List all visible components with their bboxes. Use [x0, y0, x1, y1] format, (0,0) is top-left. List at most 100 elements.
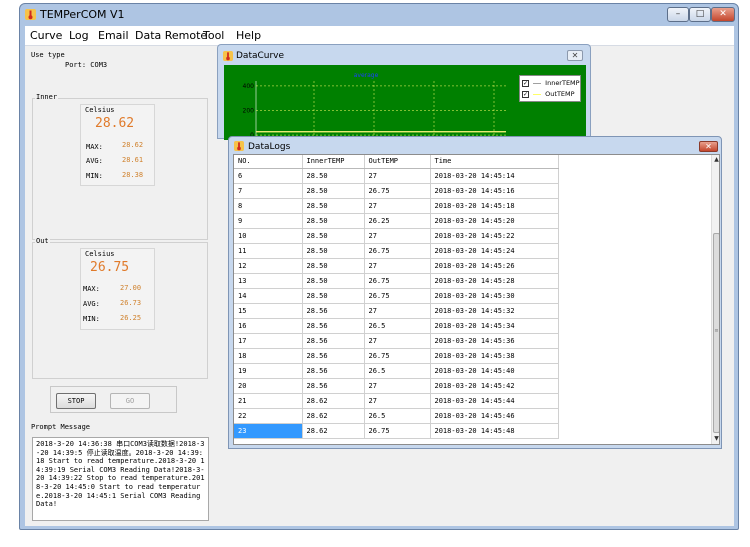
legend-out[interactable]: ✓ OutTEMP: [522, 90, 575, 98]
menu-email[interactable]: Email: [98, 29, 129, 42]
cell-no[interactable]: 17: [234, 333, 303, 349]
cell-no[interactable]: 9: [234, 213, 303, 229]
table-row[interactable]: 11 28.50 26.75 2018-03-20 14:45:24: [234, 243, 559, 259]
prompt-message-box[interactable]: 2018-3-20 14:36:38 串口COM3读取数据!2018-3-20 …: [32, 437, 209, 521]
cell-time[interactable]: 2018-03-20 14:45:34: [430, 318, 559, 334]
legend-out-checkbox[interactable]: ✓: [522, 90, 529, 98]
cell-no[interactable]: 16: [234, 318, 303, 334]
menu-help[interactable]: Help: [236, 29, 261, 42]
cell-inner[interactable]: 28.62: [302, 393, 365, 409]
col-header-time[interactable]: Time: [430, 155, 559, 169]
cell-no[interactable]: 7: [234, 183, 303, 199]
cell-inner[interactable]: 28.62: [302, 423, 365, 439]
cell-out[interactable]: 27: [364, 228, 431, 244]
cell-out[interactable]: 27: [364, 333, 431, 349]
table-row[interactable]: 18 28.56 26.75 2018-03-20 14:45:38: [234, 348, 559, 364]
cell-inner[interactable]: 28.56: [302, 318, 365, 334]
menu-log[interactable]: Log: [69, 29, 89, 42]
cell-out[interactable]: 27: [364, 303, 431, 319]
table-row[interactable]: 20 28.56 27 2018-03-20 14:45:42: [234, 378, 559, 394]
cell-no[interactable]: 11: [234, 243, 303, 259]
cell-inner[interactable]: 28.50: [302, 213, 365, 229]
cell-no[interactable]: 23: [234, 423, 303, 439]
cell-time[interactable]: 2018-03-20 14:45:46: [430, 408, 559, 424]
cell-out[interactable]: 26.75: [364, 243, 431, 259]
cell-time[interactable]: 2018-03-20 14:45:36: [430, 333, 559, 349]
table-row[interactable]: 9 28.50 26.25 2018-03-20 14:45:20: [234, 213, 559, 229]
cell-time[interactable]: 2018-03-20 14:45:18: [430, 198, 559, 214]
cell-time[interactable]: 2018-03-20 14:45:38: [430, 348, 559, 364]
table-row[interactable]: 16 28.56 26.5 2018-03-20 14:45:34: [234, 318, 559, 334]
cell-no[interactable]: 13: [234, 273, 303, 289]
cell-out[interactable]: 26.75: [364, 348, 431, 364]
cell-inner[interactable]: 28.50: [302, 258, 365, 274]
cell-out[interactable]: 26.5: [364, 408, 431, 424]
cell-no[interactable]: 19: [234, 363, 303, 379]
table-row[interactable]: 14 28.50 26.75 2018-03-20 14:45:30: [234, 288, 559, 304]
cell-out[interactable]: 26.5: [364, 363, 431, 379]
table-row[interactable]: 21 28.62 27 2018-03-20 14:45:44: [234, 393, 559, 409]
maximize-button[interactable]: □: [689, 7, 711, 22]
table-row[interactable]: 10 28.50 27 2018-03-20 14:45:22: [234, 228, 559, 244]
cell-out[interactable]: 26.75: [364, 423, 431, 439]
cell-no[interactable]: 10: [234, 228, 303, 244]
legend-inner-checkbox[interactable]: ✓: [522, 79, 529, 87]
datalogs-close-button[interactable]: ✕: [699, 141, 718, 152]
table-row[interactable]: 17 28.56 27 2018-03-20 14:45:36: [234, 333, 559, 349]
cell-time[interactable]: 2018-03-20 14:45:32: [430, 303, 559, 319]
cell-inner[interactable]: 28.62: [302, 408, 365, 424]
cell-inner[interactable]: 28.50: [302, 198, 365, 214]
cell-out[interactable]: 26.75: [364, 288, 431, 304]
minimize-button[interactable]: –: [667, 7, 689, 22]
cell-inner[interactable]: 28.50: [302, 273, 365, 289]
cell-no[interactable]: 15: [234, 303, 303, 319]
cell-time[interactable]: 2018-03-20 14:45:42: [430, 378, 559, 394]
cell-out[interactable]: 27: [364, 198, 431, 214]
table-row[interactable]: 13 28.50 26.75 2018-03-20 14:45:28: [234, 273, 559, 289]
cell-inner[interactable]: 28.50: [302, 168, 365, 184]
close-button[interactable]: ✕: [711, 7, 735, 22]
cell-time[interactable]: 2018-03-20 14:45:20: [430, 213, 559, 229]
cell-out[interactable]: 26.75: [364, 183, 431, 199]
cell-inner[interactable]: 28.56: [302, 348, 365, 364]
menu-tool[interactable]: Tool: [203, 29, 224, 42]
cell-inner[interactable]: 28.56: [302, 303, 365, 319]
cell-no[interactable]: 14: [234, 288, 303, 304]
datalogs-grid[interactable]: NO. InnerTEMP OutTEMP Time 6 28.50 27 2018-…: [233, 154, 720, 445]
cell-out[interactable]: 26.5: [364, 318, 431, 334]
legend-inner[interactable]: ✓ InnerTEMP: [522, 79, 580, 87]
scroll-up-arrow-icon[interactable]: ▲: [712, 155, 719, 165]
cell-no[interactable]: 22: [234, 408, 303, 424]
scroll-down-arrow-icon[interactable]: ▼: [712, 434, 719, 444]
cell-inner[interactable]: 28.50: [302, 183, 365, 199]
datacurve-close-button[interactable]: ✕: [567, 50, 583, 61]
cell-out[interactable]: 27: [364, 258, 431, 274]
table-row[interactable]: 22 28.62 26.5 2018-03-20 14:45:46: [234, 408, 559, 424]
scroll-thumb[interactable]: ≡: [713, 233, 719, 433]
cell-no[interactable]: 20: [234, 378, 303, 394]
menu-data-remote[interactable]: Data Remote: [135, 29, 207, 42]
cell-time[interactable]: 2018-03-20 14:45:22: [430, 228, 559, 244]
cell-inner[interactable]: 28.50: [302, 243, 365, 259]
cell-inner[interactable]: 28.50: [302, 228, 365, 244]
cell-no[interactable]: 21: [234, 393, 303, 409]
cell-time[interactable]: 2018-03-20 14:45:24: [430, 243, 559, 259]
cell-no[interactable]: 6: [234, 168, 303, 184]
table-row[interactable]: 8 28.50 27 2018-03-20 14:45:18: [234, 198, 559, 214]
cell-no[interactable]: 12: [234, 258, 303, 274]
cell-time[interactable]: 2018-03-20 14:45:14: [430, 168, 559, 184]
table-row[interactable]: 23 28.62 26.75 2018-03-20 14:45:48: [234, 423, 559, 439]
stop-button[interactable]: STOP: [56, 393, 96, 409]
cell-inner[interactable]: 28.56: [302, 378, 365, 394]
table-row[interactable]: 7 28.50 26.75 2018-03-20 14:45:16: [234, 183, 559, 199]
col-header-out[interactable]: OutTEMP: [364, 155, 431, 169]
cell-out[interactable]: 27: [364, 378, 431, 394]
table-row[interactable]: 12 28.50 27 2018-03-20 14:45:26: [234, 258, 559, 274]
table-row[interactable]: 6 28.50 27 2018-03-20 14:45:14: [234, 168, 559, 184]
cell-out[interactable]: 27: [364, 393, 431, 409]
go-button[interactable]: GO: [110, 393, 150, 409]
cell-time[interactable]: 2018-03-20 14:45:48: [430, 423, 559, 439]
cell-out[interactable]: 26.25: [364, 213, 431, 229]
col-header-inner[interactable]: InnerTEMP: [302, 155, 365, 169]
cell-out[interactable]: 27: [364, 168, 431, 184]
